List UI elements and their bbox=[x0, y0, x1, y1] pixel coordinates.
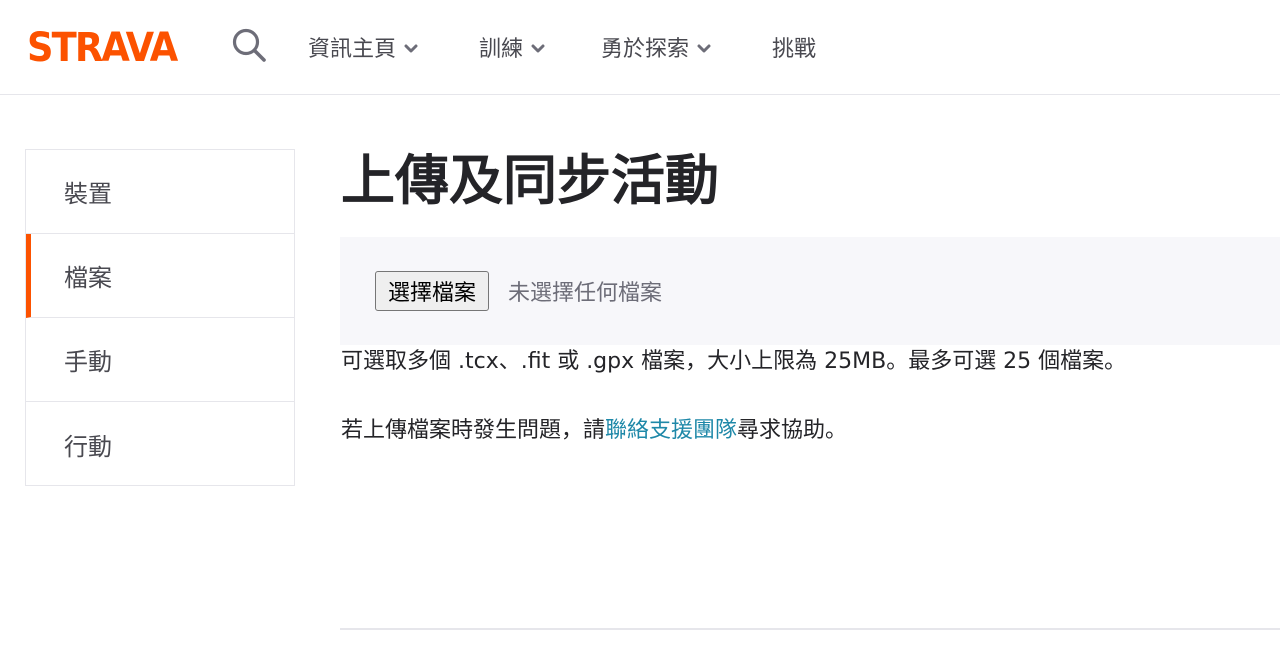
sidebar-item-label: 行動 bbox=[64, 432, 112, 461]
top-nav-bar: STRAVA 資訊主頁 訓練 勇於探索 挑戰 bbox=[0, 0, 1280, 95]
nav-dashboard-label: 資訊主頁 bbox=[308, 37, 397, 62]
nav-challenges[interactable]: 挑戰 bbox=[772, 27, 816, 67]
search-icon[interactable] bbox=[231, 27, 267, 63]
nav-explore[interactable]: 勇於探索 bbox=[601, 27, 711, 67]
contact-support-link[interactable]: 聯絡支援團隊 bbox=[605, 418, 737, 443]
file-upload-panel: 選擇檔案 未選擇任何檔案 bbox=[340, 237, 1280, 345]
nav-challenges-label: 挑戰 bbox=[772, 37, 817, 62]
help-text-suffix: 尋求協助。 bbox=[737, 418, 848, 443]
nav-training[interactable]: 訓練 bbox=[479, 27, 545, 67]
nav-dashboard[interactable]: 資訊主頁 bbox=[308, 27, 418, 67]
nav-training-label: 訓練 bbox=[479, 37, 524, 62]
chevron-down-icon bbox=[531, 44, 545, 53]
page-title: 上傳及同步活動 bbox=[341, 149, 719, 212]
sidebar-item-label: 檔案 bbox=[64, 264, 112, 292]
sidebar-item-label: 手動 bbox=[64, 348, 112, 376]
choose-file-button[interactable]: 選擇檔案 bbox=[375, 271, 490, 311]
strava-logo[interactable]: STRAVA bbox=[27, 26, 178, 70]
nav-explore-label: 勇於探索 bbox=[601, 37, 690, 62]
help-text: 若上傳檔案時發生問題，請聯絡支援團隊尋求協助。 bbox=[341, 415, 847, 447]
help-text-prefix: 若上傳檔案時發生問題，請 bbox=[341, 418, 606, 443]
chevron-down-icon bbox=[404, 44, 418, 53]
chevron-down-icon bbox=[697, 44, 711, 53]
file-status-text: 未選擇任何檔案 bbox=[508, 281, 663, 306]
sidebar-item-file[interactable]: 檔案 bbox=[26, 234, 294, 318]
upload-method-sidebar: 裝置 檔案 手動 行動 bbox=[25, 149, 295, 486]
sidebar-item-label: 裝置 bbox=[64, 180, 112, 208]
file-info-text: 可選取多個 .tcx、.fit 或 .gpx 檔案，大小上限為 25MB。最多可… bbox=[341, 349, 1127, 374]
sidebar-item-manual[interactable]: 手動 bbox=[26, 318, 294, 402]
sidebar-item-mobile[interactable]: 行動 bbox=[26, 402, 294, 486]
divider bbox=[340, 628, 1280, 630]
sidebar-item-device[interactable]: 裝置 bbox=[26, 150, 294, 234]
